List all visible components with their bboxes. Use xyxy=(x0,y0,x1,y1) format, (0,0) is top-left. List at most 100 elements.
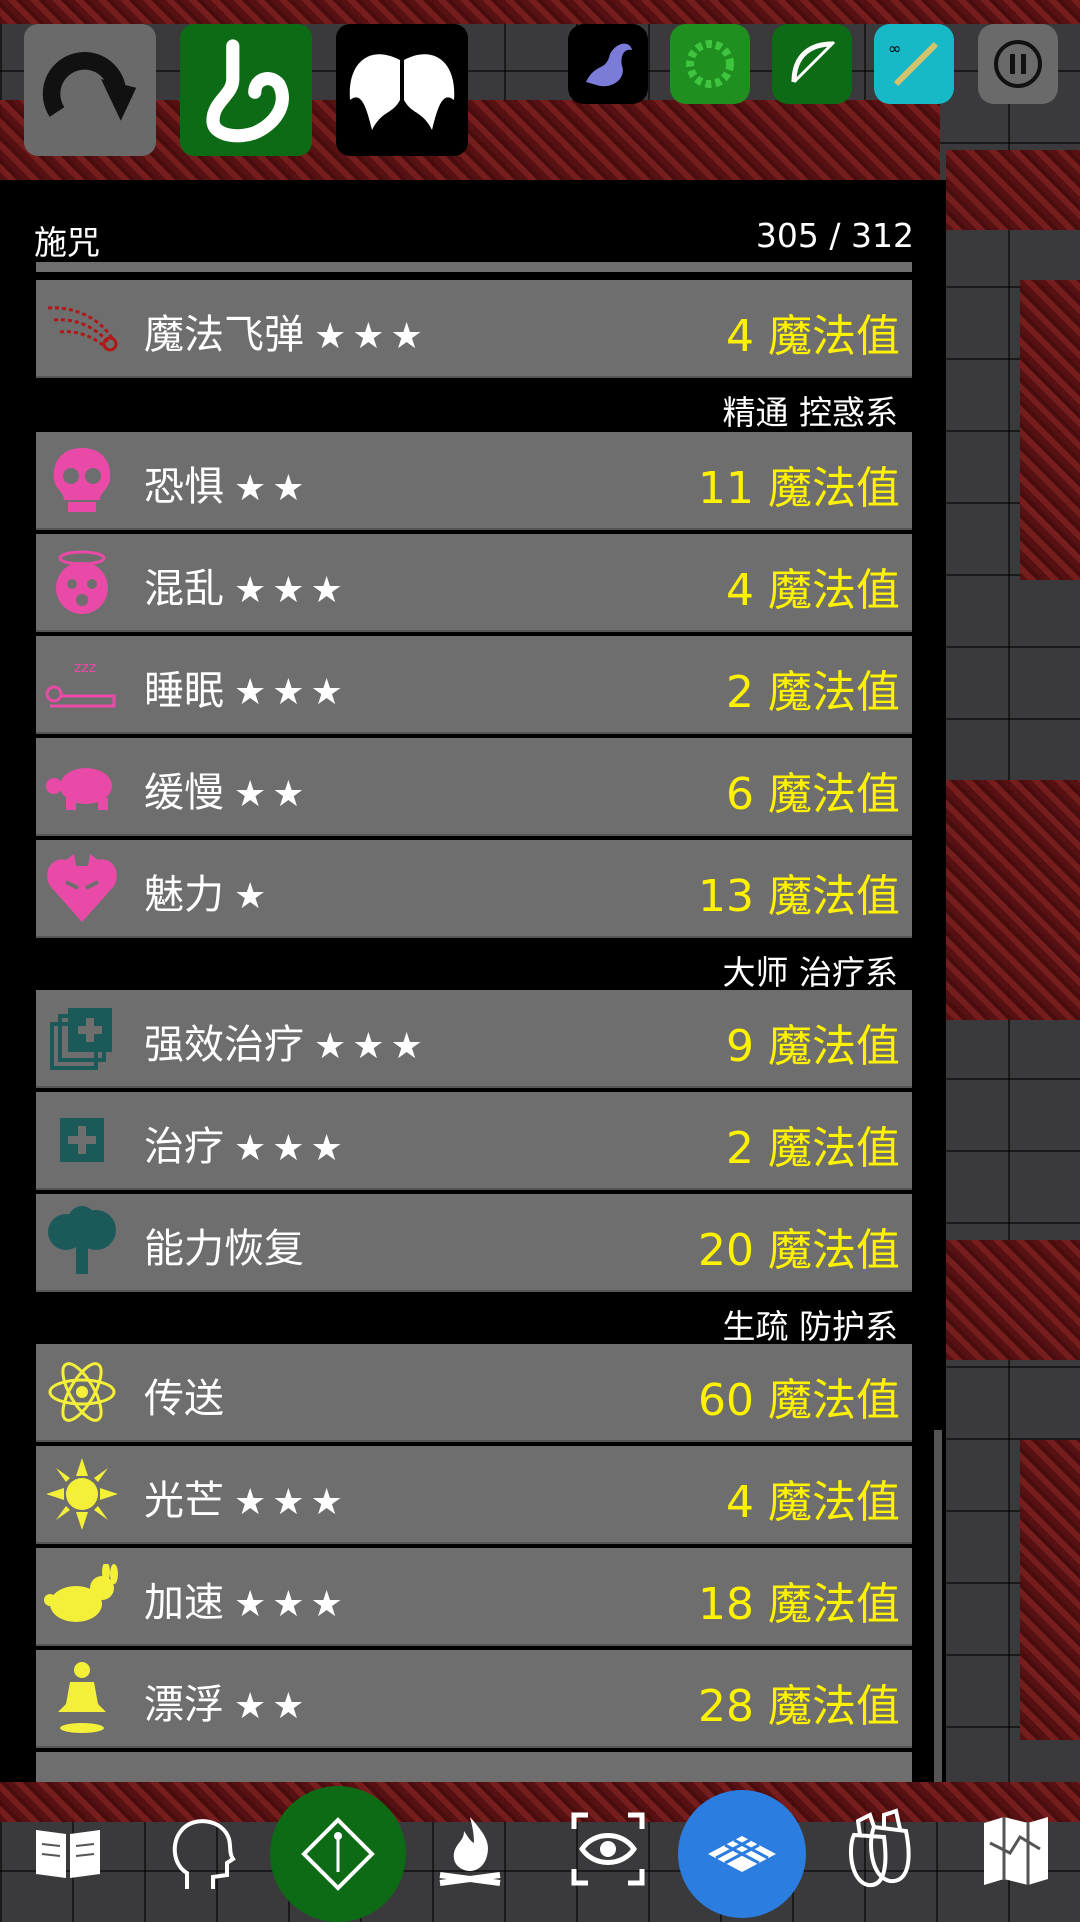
spell-cost: 18 魔法值 xyxy=(698,1579,900,1630)
spell-row-confusion[interactable]: 混乱 ★★★ 4 魔法值 xyxy=(36,534,912,632)
medkit-stack-icon xyxy=(44,1000,120,1076)
spell-cast-panel: 施咒 305 / 312 魔法飞弹 ★★★ 4 魔法值 精通 控惑系 恐惧 ★★ 1… xyxy=(0,180,946,1782)
spell-stars: ★★ xyxy=(234,774,311,815)
wings-icon xyxy=(349,54,455,130)
bottom-toolbar xyxy=(0,1782,1080,1922)
tree-icon xyxy=(44,1204,120,1280)
spell-cost: 11 魔法值 xyxy=(698,463,900,514)
spell-stars: ★★★ xyxy=(314,1026,429,1067)
wand-diamond-icon xyxy=(301,1817,375,1891)
spell-stars: ★★★ xyxy=(234,570,349,611)
spell-cost: 4 魔法值 xyxy=(726,311,900,362)
mana-counter: 305 / 312 xyxy=(755,216,914,255)
spell-stars: ★★★ xyxy=(234,1128,349,1169)
magic-missile-icon xyxy=(44,290,120,366)
spell-row-light[interactable]: 光芒 ★★★ 4 魔法值 xyxy=(36,1446,912,1544)
spell-name: 缓慢 ★★ xyxy=(144,770,311,816)
section-enchantment: 精通 控惑系 xyxy=(722,393,899,432)
infinite-sword-icon: ∞ xyxy=(888,39,939,87)
scrollbar[interactable] xyxy=(934,1430,942,1782)
spell-cost: 2 魔法值 xyxy=(726,667,900,718)
spell-cost: 28 魔法值 xyxy=(698,1681,900,1732)
spell-cost: 13 魔法值 xyxy=(698,871,900,922)
section-healing: 大师 治疗系 xyxy=(722,953,899,992)
spell-stars: ★★★ xyxy=(234,1584,349,1625)
spell-name: 光芒 ★★★ xyxy=(144,1478,349,1524)
inventory-button[interactable] xyxy=(840,1804,920,1894)
look-button[interactable] xyxy=(568,1806,648,1892)
spell-cost: 4 魔法值 xyxy=(726,1477,900,1528)
panel-title: 施咒 xyxy=(34,223,100,262)
spell-row-extra-healing[interactable]: 强效治疗 ★★★ 9 魔法值 xyxy=(36,990,912,1088)
spellbook-icon xyxy=(36,1830,100,1878)
spell-row-fear[interactable]: 恐惧 ★★ 11 魔法值 xyxy=(36,432,912,530)
heart-devil-icon xyxy=(44,850,120,926)
gear-green-icon xyxy=(686,40,734,88)
eye-focus-icon xyxy=(571,1812,645,1886)
spell-row-slow[interactable]: 缓慢 ★★ 6 魔法值 xyxy=(36,738,912,836)
spell-stars: ★★★ xyxy=(234,1482,349,1523)
spell-row-teleport[interactable]: 传送 60 魔法值 xyxy=(36,1344,912,1442)
spell-stars: ★★ xyxy=(234,468,311,509)
redo-icon xyxy=(42,52,137,121)
stomach-icon xyxy=(206,39,289,143)
spell-name: 强效治疗 ★★★ xyxy=(144,1022,429,1068)
spell-stars: ★★★ xyxy=(314,316,429,357)
spell-stars: ★★ xyxy=(234,1686,311,1727)
bow-icon xyxy=(791,40,836,84)
spell-name: 治疗 ★★★ xyxy=(144,1124,349,1170)
pause-button[interactable] xyxy=(978,24,1058,104)
head-icon xyxy=(172,1819,236,1889)
spell-row-haste[interactable]: 加速 ★★★ 18 魔法值 xyxy=(36,1548,912,1646)
spell-cost: 60 魔法值 xyxy=(698,1375,900,1426)
spell-cost: 4 魔法值 xyxy=(726,565,900,616)
spell-row-charm[interactable]: 魅力 ★ 13 魔法值 xyxy=(36,840,912,938)
spell-name: 传送 xyxy=(144,1376,224,1422)
spell-cost: 2 魔法值 xyxy=(726,1123,900,1174)
dragon-icon xyxy=(586,43,632,87)
levitation-status-button[interactable] xyxy=(336,24,468,156)
pause-icon xyxy=(994,40,1042,88)
spell-name: 睡眠 ★★★ xyxy=(144,668,349,714)
map-icon xyxy=(984,1817,1048,1885)
spell-cost: 9 魔法值 xyxy=(726,1021,900,1072)
cast-button[interactable] xyxy=(270,1786,406,1922)
section-protection: 生疏 防护系 xyxy=(722,1307,899,1346)
grid-tile-icon xyxy=(708,1836,776,1872)
spell-stars: ★ xyxy=(234,876,273,917)
redo-button[interactable] xyxy=(24,24,156,156)
pet-dragon-button[interactable] xyxy=(568,24,648,104)
divider xyxy=(36,262,912,272)
medkit-icon xyxy=(44,1102,120,1178)
sun-icon xyxy=(44,1456,120,1532)
spell-row-levitation[interactable]: 漂浮 ★★ 28 魔法值 xyxy=(36,1650,912,1748)
spell-row-sleep[interactable]: zzz 睡眠 ★★★ 2 魔法值 xyxy=(36,636,912,734)
rest-button[interactable] xyxy=(430,1808,510,1898)
spell-name: 漂浮 ★★ xyxy=(144,1682,311,1728)
panel-header: 施咒 305 / 312 xyxy=(34,216,914,266)
spell-name: 魅力 ★ xyxy=(144,872,273,918)
sleep-icon: zzz xyxy=(44,646,120,722)
turtle-icon xyxy=(44,748,120,824)
spellbook-button[interactable] xyxy=(28,1812,108,1892)
spell-name: 能力恢复 xyxy=(144,1226,304,1272)
spell-cost: 20 魔法值 xyxy=(698,1225,900,1276)
character-button[interactable] xyxy=(162,1808,242,1898)
campfire-icon xyxy=(439,1817,501,1886)
rabbit-icon xyxy=(44,1558,120,1634)
spell-row-magic-missile[interactable]: 魔法飞弹 ★★★ 4 魔法值 xyxy=(36,280,912,378)
dizzy-face-icon xyxy=(44,544,120,620)
map-button[interactable] xyxy=(976,1808,1056,1894)
skull-icon xyxy=(44,442,120,518)
weapon-bow-button[interactable] xyxy=(772,24,852,104)
spell-row-healing[interactable]: 治疗 ★★★ 2 魔法值 xyxy=(36,1092,912,1190)
weapon-sword-button[interactable]: ∞ xyxy=(874,24,954,104)
tile-select-button[interactable] xyxy=(678,1790,806,1918)
hunger-status-button[interactable] xyxy=(180,24,312,156)
svg-text:zzz: zzz xyxy=(74,660,96,676)
spell-name: 混乱 ★★★ xyxy=(144,566,349,612)
atom-icon xyxy=(44,1354,120,1430)
spell-row-restore-ability[interactable]: 能力恢复 20 魔法值 xyxy=(36,1194,912,1292)
spell-row-partial[interactable] xyxy=(36,1752,912,1782)
effect-button[interactable] xyxy=(670,24,750,104)
